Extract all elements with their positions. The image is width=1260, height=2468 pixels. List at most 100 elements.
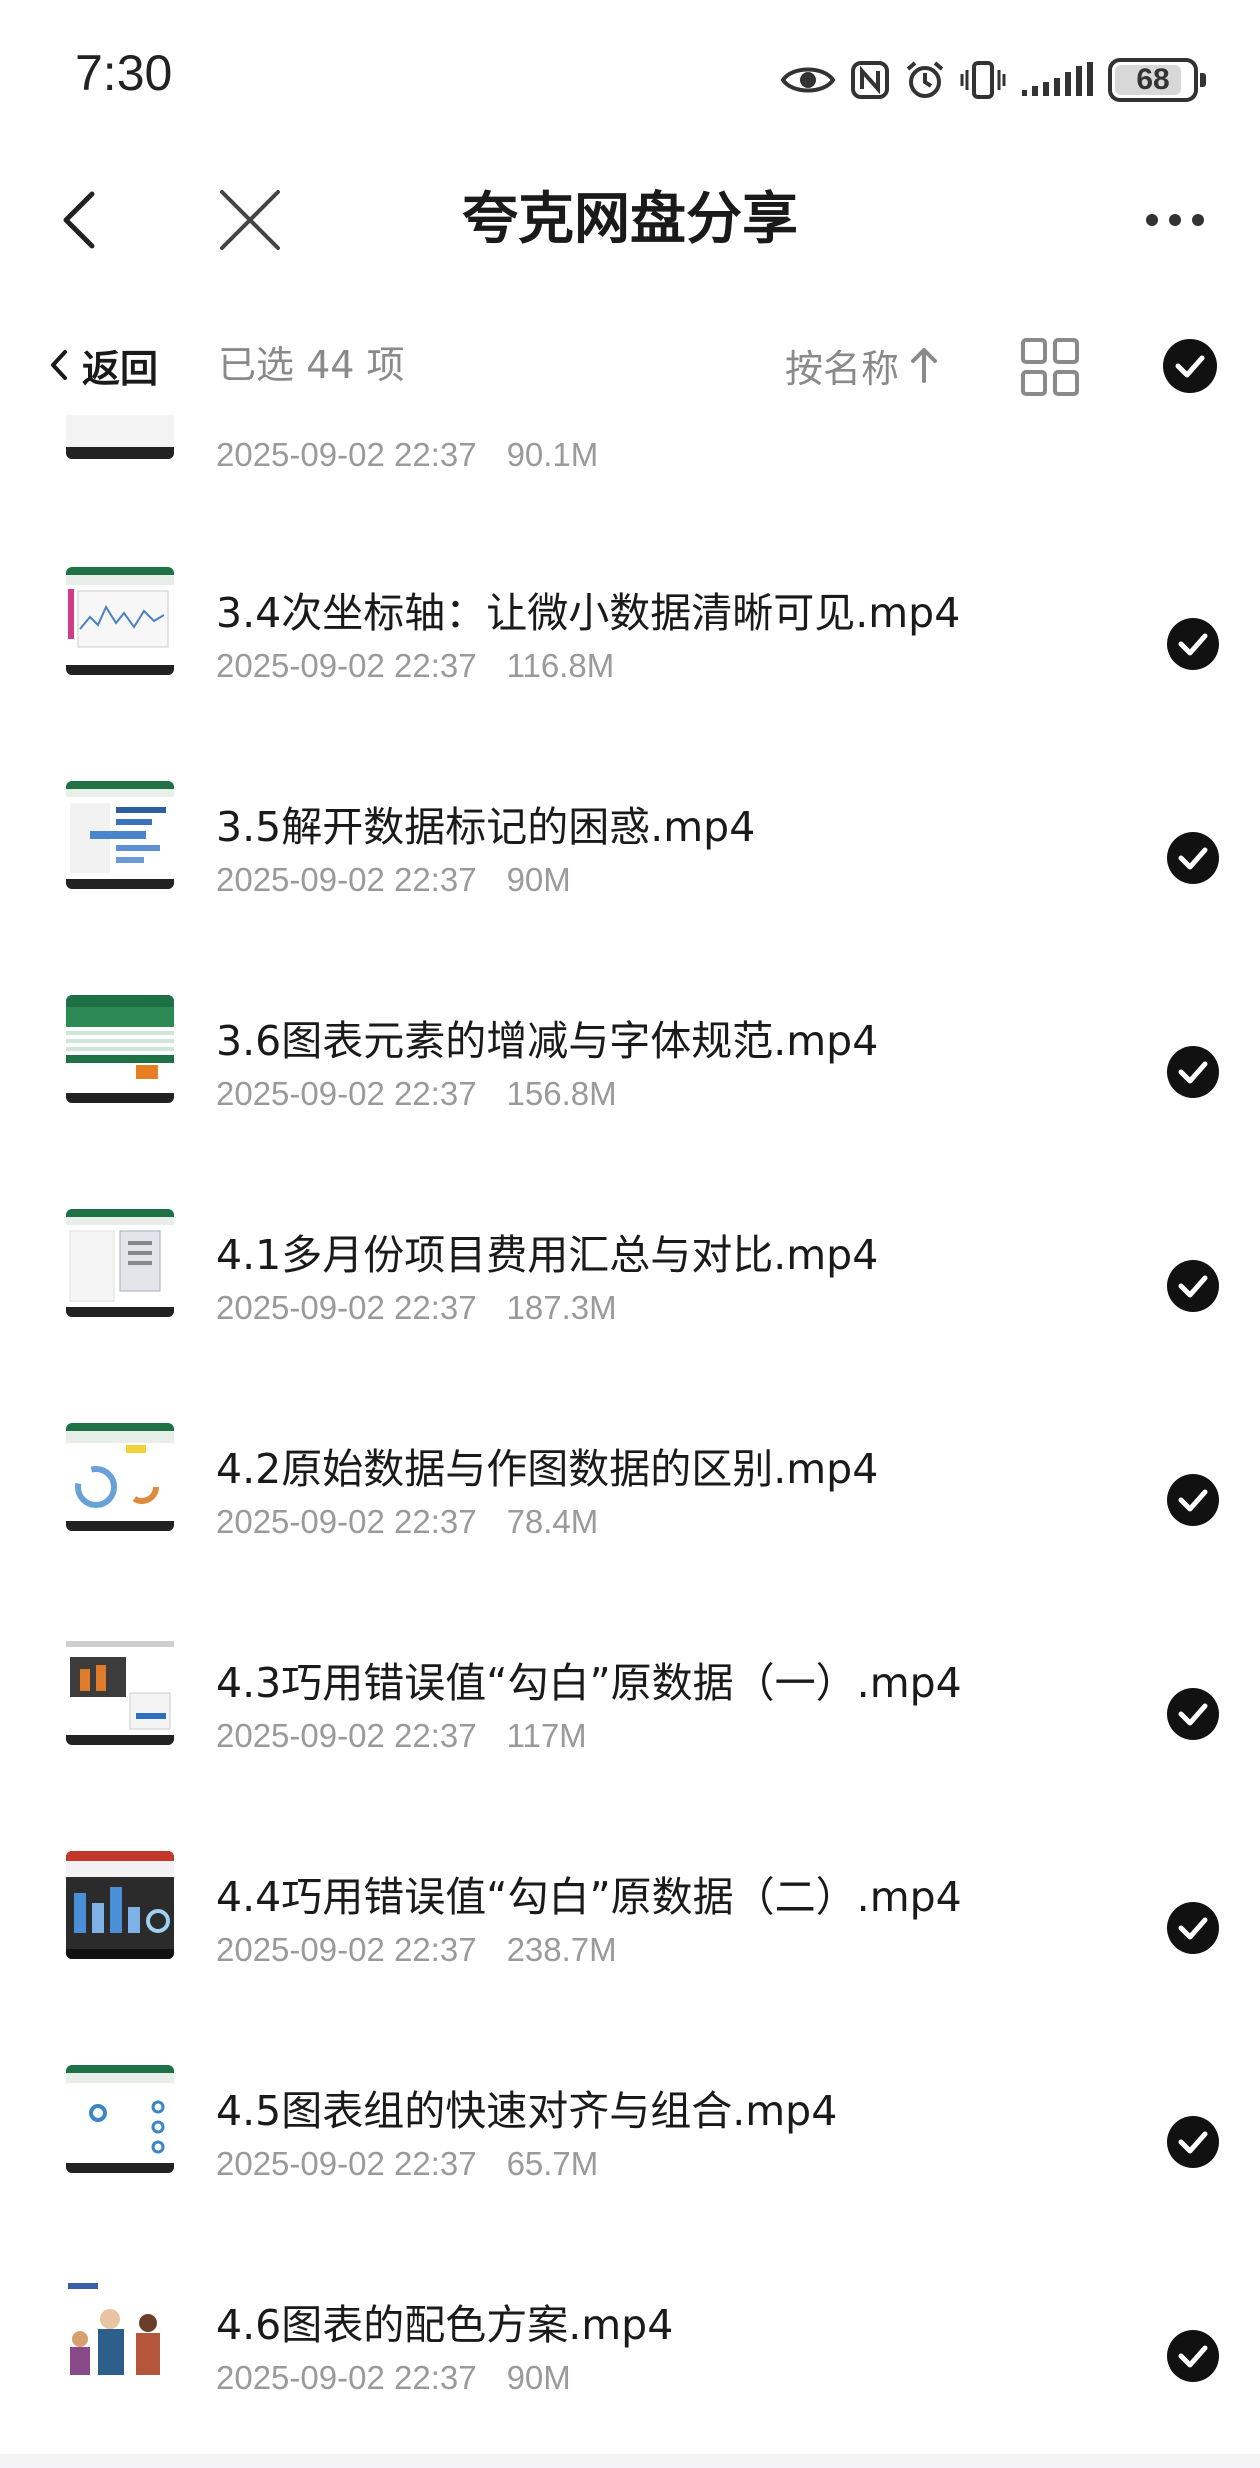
- file-item-partial[interactable]: 2025-09-02 22:37 90.1M: [0, 415, 1260, 537]
- status-bar: 7:30 68: [0, 0, 1260, 150]
- file-checkbox[interactable]: [1166, 1901, 1220, 1955]
- file-item[interactable]: 4.4巧用错误值“勾白”原数据（二）.mp4 2025-09-02 22:37 2…: [0, 1821, 1260, 2035]
- file-checkbox[interactable]: [1166, 2115, 1220, 2169]
- battery-icon: 68: [1108, 58, 1206, 102]
- check-circle-icon: [1163, 339, 1217, 393]
- file-date: 2025-09-02 22:37: [216, 647, 477, 684]
- alarm-icon: [904, 59, 946, 101]
- grid-icon: [1021, 338, 1079, 396]
- file-meta: 2025-09-02 22:37 90M: [216, 2359, 571, 2397]
- file-item[interactable]: 4.5图表组的快速对齐与组合.mp4 2025-09-02 22:37 65.7M: [0, 2035, 1260, 2249]
- file-thumbnail: [66, 1637, 174, 1745]
- file-date: 2025-09-02 22:37: [216, 1931, 477, 1968]
- file-name: 4.3巧用错误值“勾白”原数据（一）.mp4: [216, 1659, 962, 1707]
- nfc-icon: [850, 60, 890, 100]
- back-button[interactable]: [40, 180, 120, 260]
- arrow-up-icon: [911, 348, 938, 383]
- file-date: 2025-09-02 22:37: [216, 861, 477, 898]
- file-thumbnail: [66, 2279, 174, 2387]
- file-date: 2025-09-02 22:37: [216, 2145, 477, 2182]
- file-size: 90M: [506, 2359, 571, 2396]
- file-checkbox[interactable]: [1166, 617, 1220, 671]
- file-size: 78.4M: [506, 1503, 599, 1540]
- bottom-bar: [0, 2454, 1260, 2468]
- file-size: 90.1M: [506, 436, 599, 473]
- file-meta: 2025-09-02 22:37 116.8M: [216, 647, 614, 685]
- file-item[interactable]: 4.3巧用错误值“勾白”原数据（一）.mp4 2025-09-02 22:37 1…: [0, 1607, 1260, 1821]
- file-thumbnail: [66, 2065, 174, 2173]
- signal-icon: [1020, 60, 1094, 100]
- file-meta: 2025-09-02 22:37 90M: [216, 861, 571, 899]
- file-thumbnail: [66, 1423, 174, 1531]
- toolbar-back-button[interactable]: 返回: [50, 335, 158, 395]
- file-item[interactable]: 4.1多月份项目费用汇总与对比.mp4 2025-09-02 22:37 187.…: [0, 1179, 1260, 1393]
- dot-icon: [1192, 214, 1204, 226]
- file-name: 3.4次坐标轴：让微小数据清晰可见.mp4: [216, 589, 961, 637]
- close-button[interactable]: [205, 180, 295, 260]
- more-options-button[interactable]: [1130, 180, 1220, 260]
- check-circle-icon: [1167, 1046, 1219, 1098]
- file-size: 238.7M: [506, 1931, 617, 1968]
- file-meta: 2025-09-02 22:37 78.4M: [216, 1503, 598, 1541]
- sort-button[interactable]: 按名称: [785, 335, 939, 395]
- file-size: 65.7M: [506, 2145, 599, 2182]
- file-date: 2025-09-02 22:37: [216, 436, 477, 473]
- file-checkbox[interactable]: [1166, 1045, 1220, 1099]
- file-thumbnail: [66, 415, 174, 459]
- file-meta: 2025-09-02 22:37 117M: [216, 1717, 587, 1755]
- file-meta: 2025-09-02 22:37 90.1M: [216, 436, 598, 474]
- file-item[interactable]: 3.4次坐标轴：让微小数据清晰可见.mp4 2025-09-02 22:37 11…: [0, 537, 1260, 751]
- file-checkbox[interactable]: [1166, 831, 1220, 885]
- file-name: 4.1多月份项目费用汇总与对比.mp4: [216, 1231, 879, 1279]
- file-size: 117M: [506, 1717, 587, 1754]
- file-thumbnail: [66, 781, 174, 889]
- file-item[interactable]: 3.6图表元素的增减与字体规范.mp4 2025-09-02 22:37 156.…: [0, 965, 1260, 1179]
- file-checkbox[interactable]: [1166, 1687, 1220, 1741]
- close-icon: [220, 190, 280, 250]
- check-circle-icon: [1167, 1474, 1219, 1526]
- file-checkbox[interactable]: [1166, 1259, 1220, 1313]
- check-circle-icon: [1167, 2330, 1219, 2382]
- file-item[interactable]: 3.5解开数据标记的困惑.mp4 2025-09-02 22:37 90M: [0, 751, 1260, 965]
- selected-count: 已选 44 项: [218, 343, 405, 387]
- check-circle-icon: [1167, 1902, 1219, 1954]
- file-thumbnail: [66, 567, 174, 675]
- file-name: 4.4巧用错误值“勾白”原数据（二）.mp4: [216, 1873, 962, 1921]
- selection-toolbar: 返回 已选 44 项 按名称: [0, 315, 1260, 415]
- toolbar-back-label: 返回: [82, 346, 159, 391]
- status-time: 7:30: [75, 45, 173, 101]
- file-date: 2025-09-02 22:37: [216, 1717, 477, 1754]
- file-size: 116.8M: [506, 647, 615, 684]
- file-list[interactable]: 2025-09-02 22:37 90.1M 3.4次坐标轴：让微小数据清晰可见.…: [0, 415, 1260, 2458]
- file-name: 3.6图表元素的增减与字体规范.mp4: [216, 1017, 879, 1065]
- chevron-left-icon: [51, 350, 67, 380]
- file-size: 187.3M: [506, 1289, 617, 1326]
- file-date: 2025-09-02 22:37: [216, 1503, 477, 1540]
- check-circle-icon: [1167, 2116, 1219, 2168]
- dot-icon: [1146, 214, 1158, 226]
- file-checkbox[interactable]: [1166, 1473, 1220, 1527]
- file-size: 156.8M: [506, 1075, 617, 1112]
- file-name: 4.6图表的配色方案.mp4: [216, 2301, 674, 2349]
- select-all-checkbox[interactable]: [1162, 338, 1218, 394]
- check-circle-icon: [1167, 1688, 1219, 1740]
- file-checkbox[interactable]: [1166, 2329, 1220, 2383]
- file-date: 2025-09-02 22:37: [216, 2359, 477, 2396]
- file-meta: 2025-09-02 22:37 187.3M: [216, 1289, 617, 1327]
- check-circle-icon: [1167, 618, 1219, 670]
- status-icons: 68: [780, 50, 1206, 110]
- chevron-left-icon: [63, 191, 95, 249]
- page-title: 夸克网盘分享: [462, 187, 798, 252]
- dot-icon: [1169, 214, 1181, 226]
- grid-view-button[interactable]: [1020, 337, 1080, 397]
- file-meta: 2025-09-02 22:37 65.7M: [216, 2145, 598, 2183]
- file-item[interactable]: 4.2原始数据与作图数据的区别.mp4 2025-09-02 22:37 78.4…: [0, 1393, 1260, 1607]
- file-item[interactable]: 4.6图表的配色方案.mp4 2025-09-02 22:37 90M: [0, 2249, 1260, 2458]
- check-circle-icon: [1167, 1260, 1219, 1312]
- sort-label: 按名称: [785, 346, 900, 391]
- file-thumbnail: [66, 1851, 174, 1959]
- vibrate-icon: [960, 60, 1006, 100]
- file-name: 3.5解开数据标记的困惑.mp4: [216, 803, 756, 851]
- file-meta: 2025-09-02 22:37 238.7M: [216, 1931, 617, 1969]
- file-name: 4.2原始数据与作图数据的区别.mp4: [216, 1445, 879, 1493]
